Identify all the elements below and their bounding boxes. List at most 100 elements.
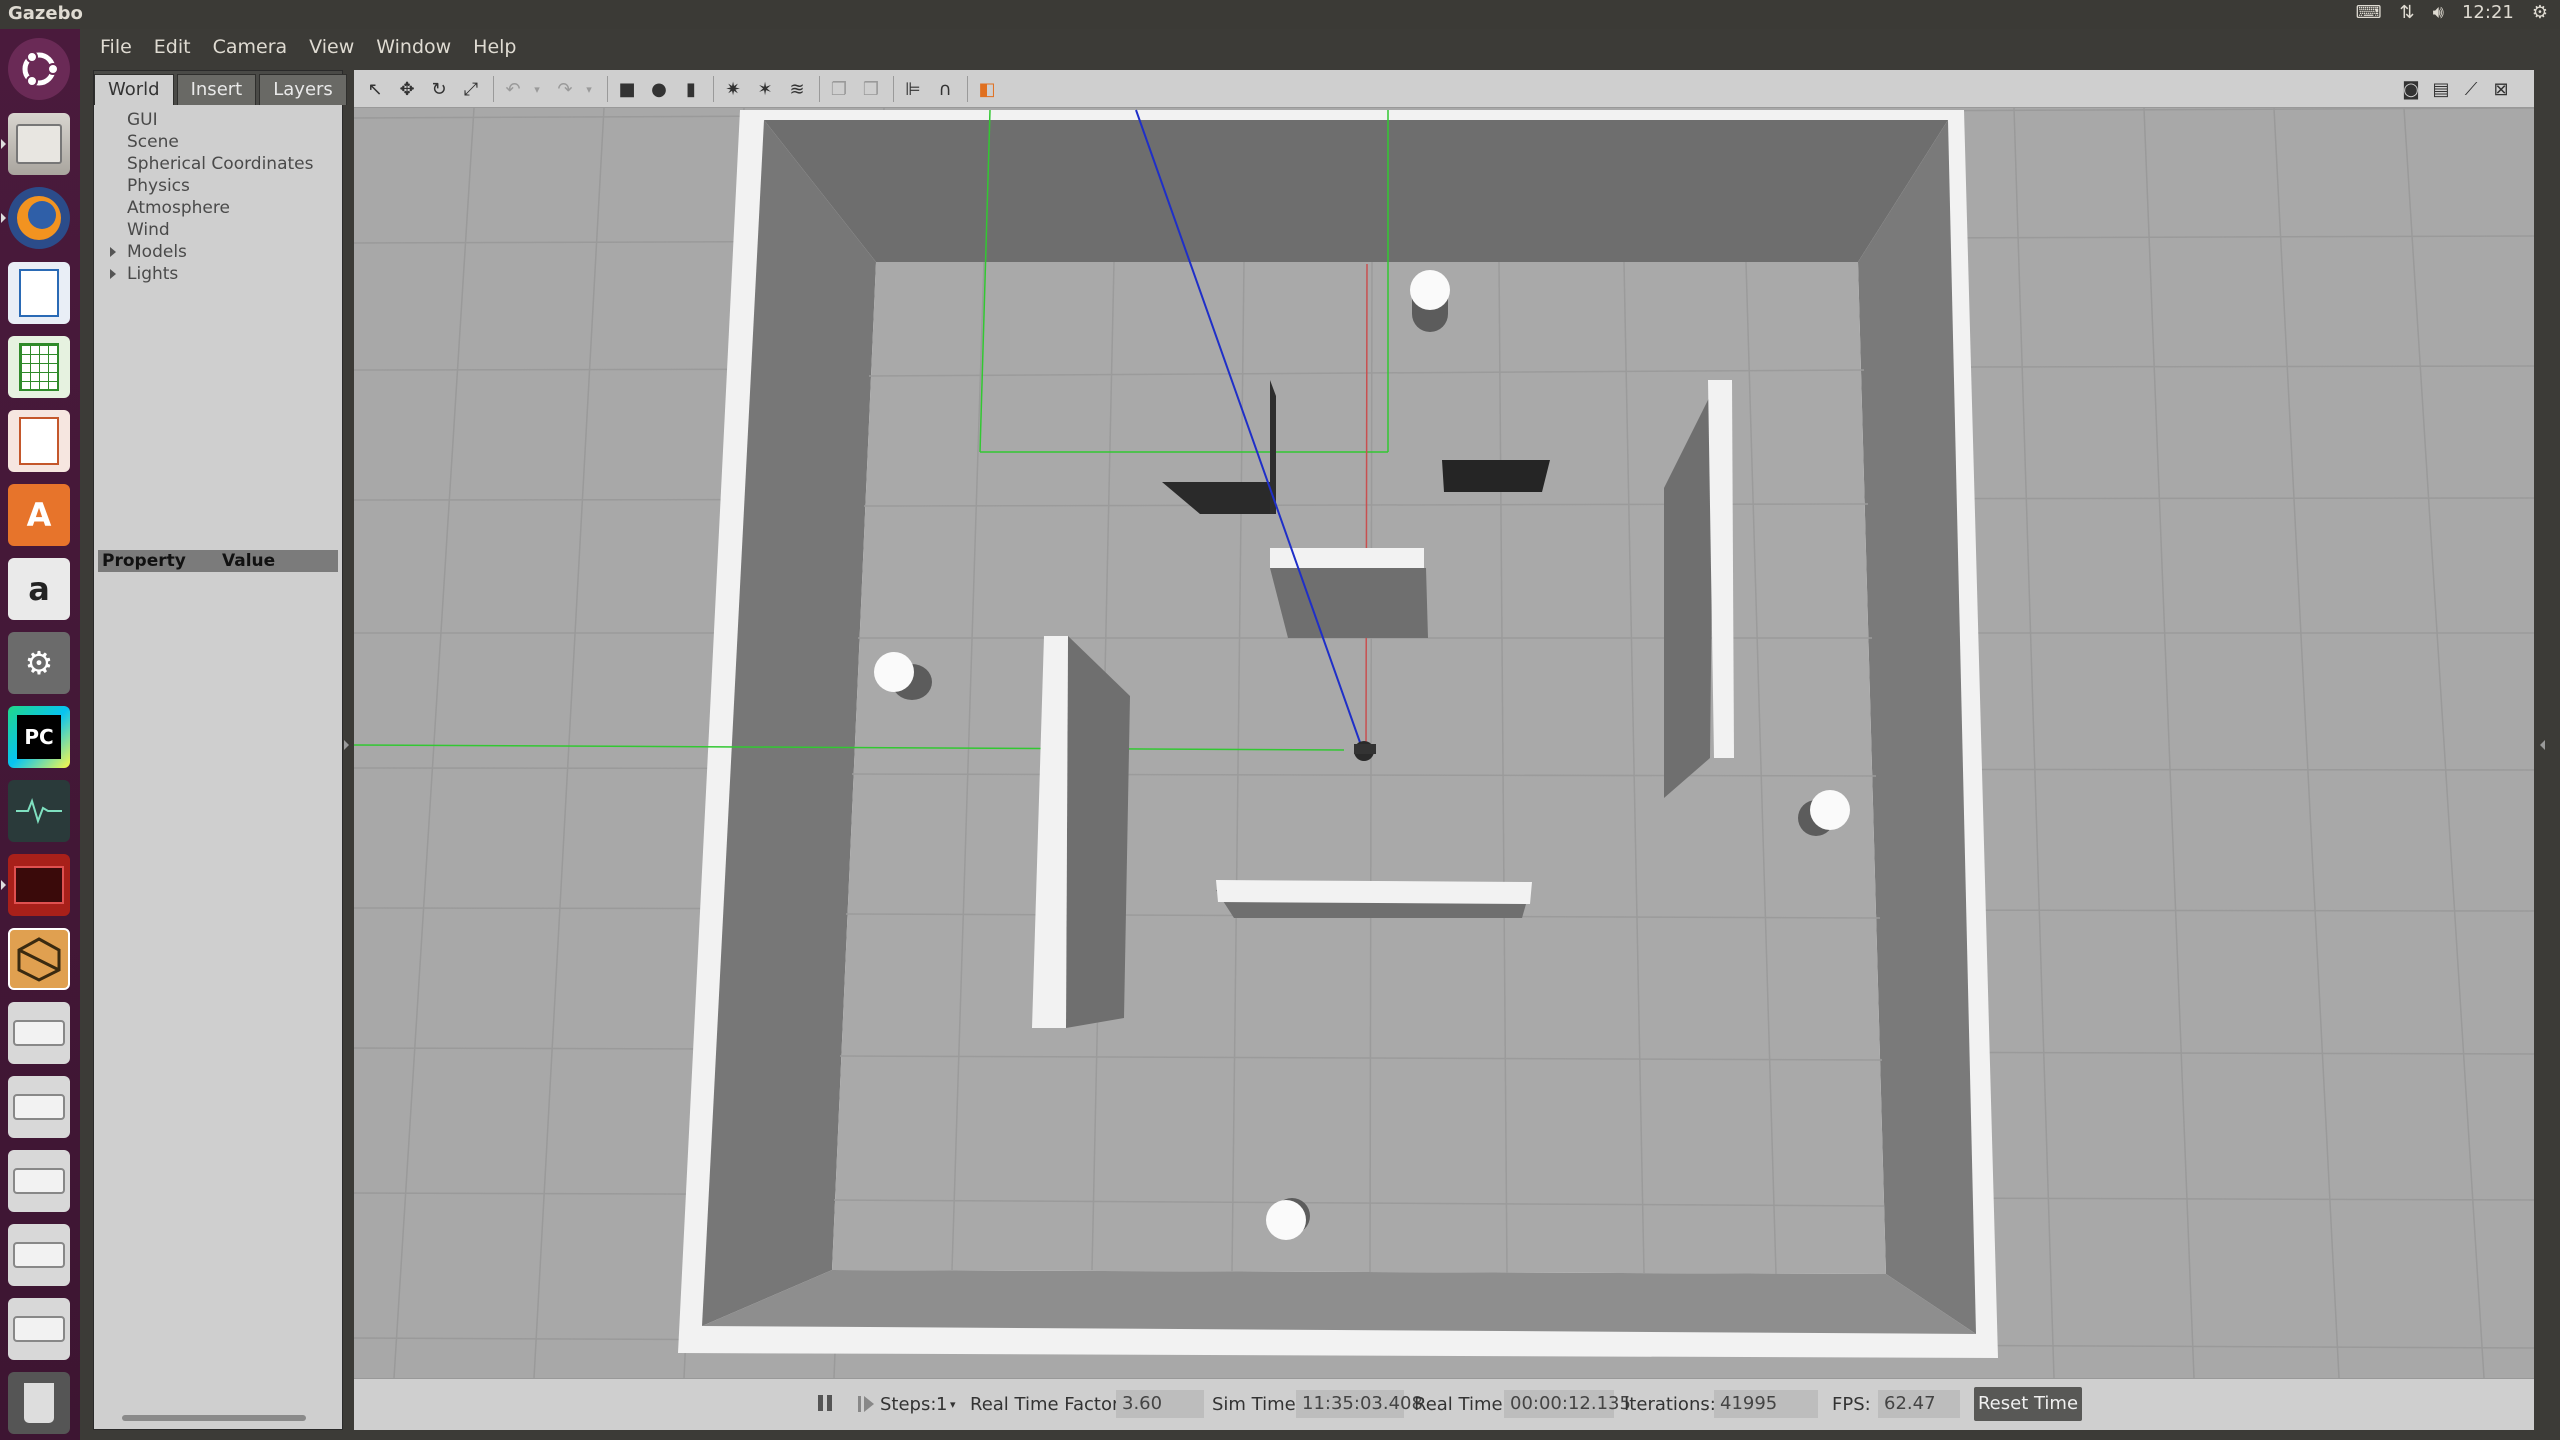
menubar: File Edit Camera View Window Help xyxy=(80,29,2560,64)
copy-icon[interactable]: ❐ xyxy=(828,78,850,100)
undo-history-icon[interactable]: ▾ xyxy=(526,78,548,100)
paste-icon[interactable]: ❒ xyxy=(860,78,882,100)
close-panel-icon[interactable]: ⊠ xyxy=(2490,78,2512,100)
unity-launcher: A a ⚙ PC xyxy=(0,29,80,1440)
tab-world[interactable]: World xyxy=(94,74,174,105)
rotate-icon[interactable]: ↻ xyxy=(428,78,450,100)
libreoffice-impress-icon[interactable] xyxy=(8,410,70,472)
panel-tabs: World Insert Layers xyxy=(94,71,347,105)
libreoffice-calc-icon[interactable] xyxy=(8,336,70,398)
menu-window[interactable]: Window xyxy=(366,36,461,58)
snap-magnet-icon[interactable]: ∩ xyxy=(934,78,956,100)
cylinder-shape-icon[interactable]: ▮ xyxy=(680,78,702,100)
real-time-factor-value: 3.60 xyxy=(1116,1390,1204,1418)
software-center-icon[interactable]: A xyxy=(8,484,70,546)
files-icon[interactable] xyxy=(8,113,70,175)
undo-icon[interactable]: ↶ xyxy=(502,78,524,100)
menu-camera[interactable]: Camera xyxy=(203,36,298,58)
amazon-icon[interactable]: a xyxy=(8,558,70,620)
trash-icon[interactable] xyxy=(8,1372,70,1434)
tree-item-gui[interactable]: GUI xyxy=(94,109,342,131)
tree-item-label: Atmosphere xyxy=(127,198,230,218)
redo-history-icon[interactable]: ▾ xyxy=(578,78,600,100)
redo-icon[interactable]: ↷ xyxy=(554,78,576,100)
property-table-header: Property Value xyxy=(98,550,338,572)
align-icon[interactable]: ⊫ xyxy=(902,78,924,100)
scene-render xyxy=(354,108,2534,1378)
step-button[interactable] xyxy=(856,1393,876,1415)
plot-icon[interactable]: ⟋ xyxy=(2460,78,2482,100)
tree-item-scene[interactable]: Scene xyxy=(94,131,342,153)
power-gear-icon[interactable]: ⚙ xyxy=(2532,2,2548,23)
expand-arrow-icon[interactable] xyxy=(110,247,116,257)
tree-item-label: GUI xyxy=(127,110,158,130)
tab-layers[interactable]: Layers xyxy=(259,74,347,105)
system-monitor-icon[interactable] xyxy=(8,780,70,842)
drive-icon[interactable] xyxy=(8,1298,70,1360)
world-tree: GUI Scene Spherical Coordinates Physics … xyxy=(94,109,342,285)
time-status-bar: Steps: 1 ▾ Real Time Factor: 3.60 Sim Ti… xyxy=(354,1378,2534,1430)
drive-icon[interactable] xyxy=(8,1224,70,1286)
volume-icon[interactable]: 🔊︎ xyxy=(2433,2,2444,23)
tree-item-lights[interactable]: Lights xyxy=(94,263,342,285)
point-light-icon[interactable]: ✷ xyxy=(722,78,744,100)
drive-icon[interactable] xyxy=(8,1076,70,1138)
log-icon[interactable]: ▤ xyxy=(2430,78,2452,100)
pycharm-icon[interactable]: PC xyxy=(8,706,70,768)
real-time-value: 00:00:12.135 xyxy=(1504,1390,1631,1418)
pause-button[interactable] xyxy=(816,1393,836,1415)
select-arrow-icon[interactable]: ↖ xyxy=(364,78,386,100)
3d-viewport[interactable] xyxy=(354,108,2534,1378)
firefox-icon[interactable] xyxy=(8,187,70,249)
panel-horizontal-scrollbar[interactable] xyxy=(122,1415,306,1421)
expand-arrow-icon[interactable] xyxy=(110,269,116,279)
clock[interactable]: 12:21 xyxy=(2462,2,2514,23)
drive-icon[interactable] xyxy=(8,1002,70,1064)
sim-time-value: 11:35:03.408 xyxy=(1296,1390,1423,1418)
right-panel-splitter-handle[interactable] xyxy=(2540,740,2545,750)
box-shape-icon[interactable]: ■ xyxy=(616,78,638,100)
gnome-terminal-icon[interactable] xyxy=(8,854,70,916)
tree-item-label: Spherical Coordinates xyxy=(127,154,314,174)
screenshot-icon[interactable]: ◙ xyxy=(2400,78,2422,100)
sim-time-label: Sim Time: xyxy=(1212,1394,1302,1415)
tree-item-atmosphere[interactable]: Atmosphere xyxy=(94,197,342,219)
wall-south-top xyxy=(1216,880,1532,904)
panel-splitter-handle[interactable] xyxy=(344,740,349,750)
libreoffice-writer-icon[interactable] xyxy=(8,262,70,324)
tree-item-models[interactable]: Models xyxy=(94,241,342,263)
fps-value: 62.47 xyxy=(1878,1390,1960,1418)
system-settings-icon[interactable]: ⚙ xyxy=(8,632,70,694)
menu-help[interactable]: Help xyxy=(463,36,526,58)
tree-item-label: Wind xyxy=(127,220,170,240)
gazebo-icon[interactable] xyxy=(8,928,70,990)
tab-insert[interactable]: Insert xyxy=(176,74,257,105)
view-angle-icon[interactable]: ◧ xyxy=(976,78,998,100)
inner-wall-north xyxy=(764,120,1948,262)
tree-item-spherical-coordinates[interactable]: Spherical Coordinates xyxy=(94,153,342,175)
property-column-header[interactable]: Property xyxy=(102,550,186,572)
spot-light-icon[interactable]: ✶ xyxy=(754,78,776,100)
menu-view[interactable]: View xyxy=(299,36,364,58)
scale-icon[interactable]: ⤢ xyxy=(460,78,482,100)
pycharm-label: PC xyxy=(17,715,61,759)
reset-time-button[interactable]: Reset Time xyxy=(1974,1387,2082,1421)
z-axis-red-line xyxy=(1365,263,1368,751)
steps-value[interactable]: 1 xyxy=(936,1394,947,1415)
value-column-header[interactable]: Value xyxy=(222,550,275,572)
chevron-down-icon[interactable]: ▾ xyxy=(950,1398,956,1411)
sphere-shape-icon[interactable]: ● xyxy=(648,78,670,100)
tree-item-physics[interactable]: Physics xyxy=(94,175,342,197)
menu-file[interactable]: File xyxy=(90,36,142,58)
system-tray: ⌨ ⇅ 🔊︎ 12:21 ⚙ xyxy=(2356,2,2548,23)
keyboard-icon[interactable]: ⌨ xyxy=(2356,2,2382,23)
menu-edit[interactable]: Edit xyxy=(144,36,201,58)
ubuntu-dash-icon[interactable] xyxy=(8,38,70,100)
system-top-bar: Gazebo ⌨ ⇅ 🔊︎ 12:21 ⚙ xyxy=(0,0,2560,29)
steps-label: Steps: xyxy=(880,1394,937,1415)
tree-item-wind[interactable]: Wind xyxy=(94,219,342,241)
drive-icon[interactable] xyxy=(8,1150,70,1212)
network-icon[interactable]: ⇅ xyxy=(2400,2,2415,23)
translate-icon[interactable]: ✥ xyxy=(396,78,418,100)
directional-light-icon[interactable]: ≋ xyxy=(786,78,808,100)
